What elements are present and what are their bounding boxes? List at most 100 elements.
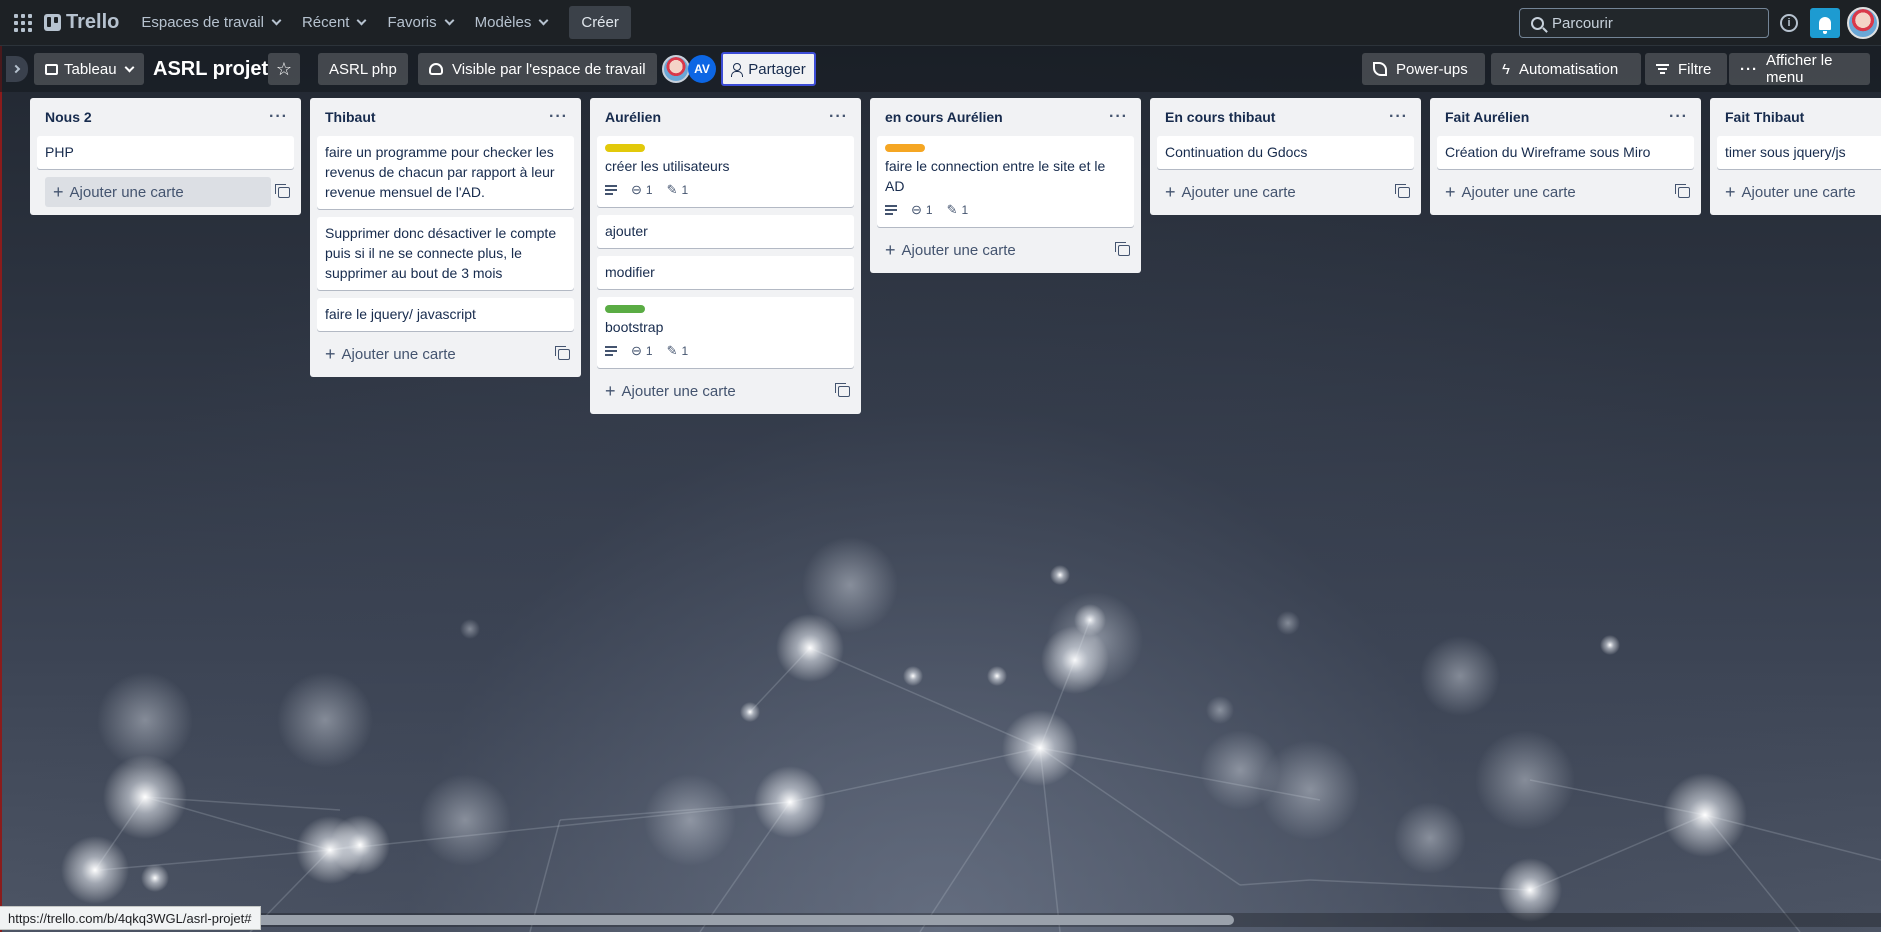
- list-menu-icon[interactable]: ···: [1669, 108, 1688, 126]
- card-title: bootstrap: [605, 319, 664, 335]
- search-input[interactable]: Parcourir: [1519, 8, 1769, 38]
- edit-icon: ✎: [946, 202, 958, 217]
- app-switcher-icon[interactable]: [12, 12, 34, 34]
- card-title: ajouter: [605, 223, 648, 239]
- info-icon[interactable]: i: [1780, 14, 1798, 32]
- add-card-button[interactable]: + Ajouter une carte: [1445, 182, 1576, 203]
- list-header[interactable]: Aurélien ···: [597, 98, 854, 136]
- card-title: modifier: [605, 264, 655, 280]
- card[interactable]: bootstrap ⊘ 1 ✎ 1: [597, 297, 854, 368]
- card[interactable]: faire le jquery/ javascript: [317, 298, 574, 331]
- card-label-yellow[interactable]: [605, 144, 645, 152]
- share-button[interactable]: Partager: [721, 52, 816, 86]
- list-header[interactable]: Fait Aurélien ···: [1437, 98, 1694, 136]
- list-title[interactable]: Fait Thibaut: [1725, 109, 1804, 125]
- trello-logo[interactable]: Trello: [44, 11, 119, 34]
- automation-label: Automatisation: [1518, 60, 1619, 78]
- card[interactable]: timer sous jquery/js: [1717, 136, 1881, 169]
- visibility-label: Visible par l'espace de travail: [452, 60, 646, 78]
- nav-workspaces[interactable]: Espaces de travail: [141, 14, 282, 31]
- create-button[interactable]: Créer: [569, 6, 631, 39]
- add-card-button[interactable]: + Ajouter une carte: [885, 240, 1016, 261]
- chevron-down-icon: [271, 15, 282, 26]
- star-board-button[interactable]: ☆: [268, 53, 300, 85]
- automation-button[interactable]: ϟ Automatisation: [1491, 53, 1641, 85]
- window-edge: [0, 46, 2, 932]
- card[interactable]: faire le connection entre le site et le …: [877, 136, 1134, 227]
- filter-button[interactable]: Filtre: [1645, 53, 1727, 85]
- card[interactable]: créer les utilisateurs ⊘ 1 ✎ 1: [597, 136, 854, 207]
- card[interactable]: faire un programme pour checker les reve…: [317, 136, 574, 209]
- list-header[interactable]: Fait Thibaut: [1717, 98, 1881, 136]
- description-icon: [605, 346, 617, 356]
- card-template-icon[interactable]: [1395, 183, 1410, 198]
- notifications-button[interactable]: [1810, 8, 1840, 38]
- list-menu-icon[interactable]: ···: [549, 108, 568, 126]
- card-template-icon[interactable]: [835, 382, 850, 397]
- powerups-button[interactable]: Power-ups: [1362, 53, 1485, 85]
- add-card-label: Ajouter une carte: [1461, 183, 1576, 201]
- list-header[interactable]: en cours Aurélien ···: [877, 98, 1134, 136]
- nav-recent[interactable]: Récent: [302, 14, 367, 31]
- card[interactable]: Création du Wireframe sous Miro: [1437, 136, 1694, 169]
- add-card-label: Ajouter une carte: [1181, 183, 1296, 201]
- add-card-label: Ajouter une carte: [69, 183, 184, 201]
- more-icon: ···: [1740, 60, 1758, 78]
- list-title[interactable]: Thibaut: [325, 109, 376, 125]
- list-title[interactable]: En cours thibaut: [1165, 109, 1275, 125]
- list-menu-icon[interactable]: ···: [269, 108, 288, 126]
- add-card-label: Ajouter une carte: [1741, 183, 1856, 201]
- list-menu-icon[interactable]: ···: [829, 108, 848, 126]
- list-title[interactable]: en cours Aurélien: [885, 109, 1003, 125]
- list-header[interactable]: Thibaut ···: [317, 98, 574, 136]
- list-menu-icon[interactable]: ···: [1109, 108, 1128, 126]
- card-label-orange[interactable]: [885, 144, 925, 152]
- filter-label: Filtre: [1678, 60, 1712, 78]
- add-card-button[interactable]: + Ajouter une carte: [1725, 182, 1856, 203]
- add-card-button[interactable]: + Ajouter une carte: [605, 381, 736, 402]
- view-switcher-button[interactable]: Tableau: [34, 53, 144, 85]
- member-avatar[interactable]: [662, 55, 690, 83]
- visibility-icon: [429, 63, 443, 75]
- rocket-icon: [1373, 62, 1387, 76]
- card[interactable]: ajouter: [597, 215, 854, 248]
- list-title[interactable]: Fait Aurélien: [1445, 109, 1529, 125]
- add-card-row: + Ajouter une carte: [597, 376, 854, 406]
- list-title[interactable]: Aurélien: [605, 109, 661, 125]
- card-template-icon[interactable]: [1115, 241, 1130, 256]
- card[interactable]: modifier: [597, 256, 854, 289]
- search-icon: [1531, 16, 1544, 30]
- add-card-button[interactable]: + Ajouter une carte: [45, 177, 271, 207]
- card[interactable]: Supprimer donc désactiver le compte puis…: [317, 217, 574, 290]
- chevron-right-icon: [11, 64, 20, 74]
- checklist-count: 1: [681, 344, 689, 358]
- filter-icon: [1656, 64, 1669, 74]
- attachment-count: 1: [925, 203, 933, 217]
- member-avatar-av[interactable]: AV: [688, 55, 716, 83]
- horizontal-scrollbar-thumb[interactable]: [228, 915, 1234, 925]
- workspace-button[interactable]: ASRL php: [318, 53, 408, 85]
- add-card-button[interactable]: + Ajouter une carte: [1165, 182, 1296, 203]
- edit-icon: ✎: [666, 343, 678, 358]
- visibility-button[interactable]: Visible par l'espace de travail: [418, 53, 657, 85]
- nav-starred[interactable]: Favoris: [387, 14, 455, 31]
- nav-templates[interactable]: Modèles: [475, 14, 549, 31]
- list-header[interactable]: Nous 2 ···: [37, 98, 294, 136]
- board-title[interactable]: ASRL projet: [153, 58, 268, 81]
- card-template-icon[interactable]: [1675, 183, 1690, 198]
- card-template-icon[interactable]: [555, 345, 570, 360]
- card[interactable]: PHP: [37, 136, 294, 169]
- add-card-button[interactable]: + Ajouter une carte: [325, 344, 456, 365]
- list-title[interactable]: Nous 2: [45, 109, 92, 125]
- card-label-green[interactable]: [605, 305, 645, 313]
- card[interactable]: Continuation du Gdocs: [1157, 136, 1414, 169]
- list-menu-icon[interactable]: ···: [1389, 108, 1408, 126]
- list-header[interactable]: En cours thibaut ···: [1157, 98, 1414, 136]
- attachment-count: 1: [645, 183, 653, 197]
- user-avatar[interactable]: [1847, 7, 1879, 39]
- card-template-icon[interactable]: [275, 183, 290, 198]
- sidebar-toggle-button[interactable]: [6, 56, 28, 82]
- share-label: Partager: [748, 60, 806, 78]
- show-menu-button[interactable]: ··· Afficher le menu: [1729, 52, 1870, 86]
- description-icon: [605, 185, 617, 195]
